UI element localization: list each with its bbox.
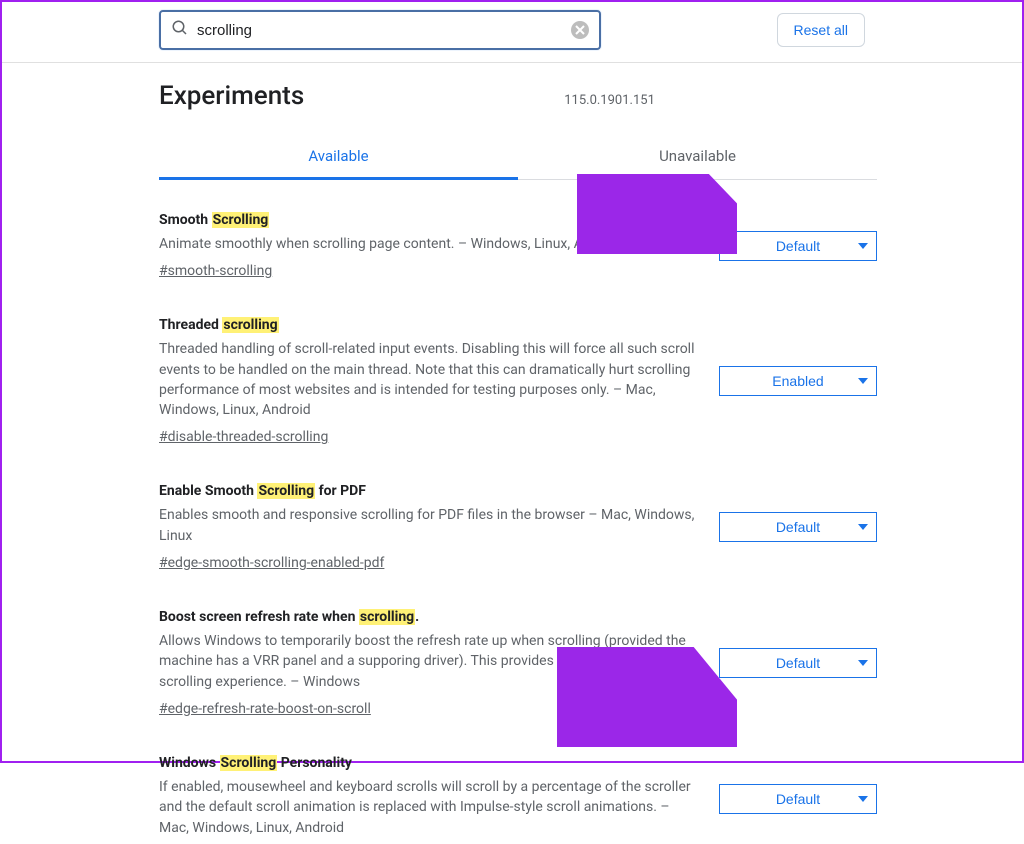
tab-unavailable[interactable]: Unavailable: [518, 135, 877, 180]
flag-title: Boost screen refresh rate when scrolling…: [159, 609, 695, 625]
flag-description: Enables smooth and responsive scrolling …: [159, 505, 695, 546]
reset-all-button[interactable]: Reset all: [777, 13, 865, 47]
flag-description: If enabled, mousewheel and keyboard scro…: [159, 777, 695, 838]
flag-anchor-link[interactable]: #disable-threaded-scrolling: [159, 429, 328, 445]
flag-anchor-link[interactable]: #edge-smooth-scrolling-enabled-pdf: [159, 555, 384, 571]
flag-row: Threaded scrolling Threaded handling of s…: [159, 317, 877, 445]
flag-description: Threaded handling of scroll-related inpu…: [159, 339, 695, 420]
flag-select-wrap: Default: [719, 755, 877, 844]
topbar: Reset all: [2, 2, 1022, 63]
flag-anchor-link[interactable]: #smooth-scrolling: [159, 263, 272, 279]
flag-row: Boost screen refresh rate when scrolling…: [159, 609, 877, 717]
flag-select-wrap: Default: [719, 483, 877, 571]
flag-row: Enable Smooth Scrolling for PDF Enables s…: [159, 483, 877, 571]
flag-select-wrap: Default: [719, 609, 877, 717]
flag-text: Enable Smooth Scrolling for PDF Enables s…: [159, 483, 695, 571]
flag-state-select[interactable]: Default: [719, 648, 877, 678]
flag-text: Threaded scrolling Threaded handling of s…: [159, 317, 695, 445]
search-highlight: Scrolling: [212, 212, 270, 228]
flag-select-wrap: Enabled: [719, 317, 877, 445]
tab-available[interactable]: Available: [159, 135, 518, 180]
search-box[interactable]: [159, 10, 601, 50]
flag-text: Windows Scrolling PersonalityIf enabled,…: [159, 755, 695, 844]
content: Experiments 115.0.1901.151 Available Una…: [2, 63, 1022, 844]
flag-state-select[interactable]: Default: [719, 784, 877, 814]
flag-description: Allows Windows to temporarily boost the …: [159, 631, 695, 692]
flag-row: Windows Scrolling PersonalityIf enabled,…: [159, 755, 877, 844]
search-input[interactable]: [189, 22, 571, 39]
flag-select-wrap: Default: [719, 212, 877, 279]
search-highlight: scrolling: [359, 609, 415, 625]
flag-description: Animate smoothly when scrolling page con…: [159, 234, 695, 254]
flag-title: Threaded scrolling: [159, 317, 695, 333]
flag-text: Boost screen refresh rate when scrolling…: [159, 609, 695, 717]
tabs: Available Unavailable: [159, 135, 877, 180]
page-title: Experiments: [159, 81, 304, 111]
version-label: 115.0.1901.151: [564, 93, 655, 108]
flag-state-select[interactable]: Enabled: [719, 366, 877, 396]
clear-search-button[interactable]: [571, 21, 589, 39]
search-highlight: Scrolling: [257, 483, 315, 499]
flag-anchor-link[interactable]: #edge-refresh-rate-boost-on-scroll: [159, 701, 371, 717]
flag-text: Smooth Scrolling Animate smoothly when sc…: [159, 212, 695, 279]
flag-row: Smooth Scrolling Animate smoothly when sc…: [159, 212, 877, 279]
search-highlight: scrolling: [222, 317, 278, 333]
search-icon: [171, 19, 189, 41]
flag-state-select[interactable]: Default: [719, 231, 877, 261]
flags-list: Smooth Scrolling Animate smoothly when sc…: [159, 212, 877, 844]
flag-title: Enable Smooth Scrolling for PDF: [159, 483, 695, 499]
flag-state-select[interactable]: Default: [719, 512, 877, 542]
flag-title: Smooth Scrolling: [159, 212, 695, 228]
